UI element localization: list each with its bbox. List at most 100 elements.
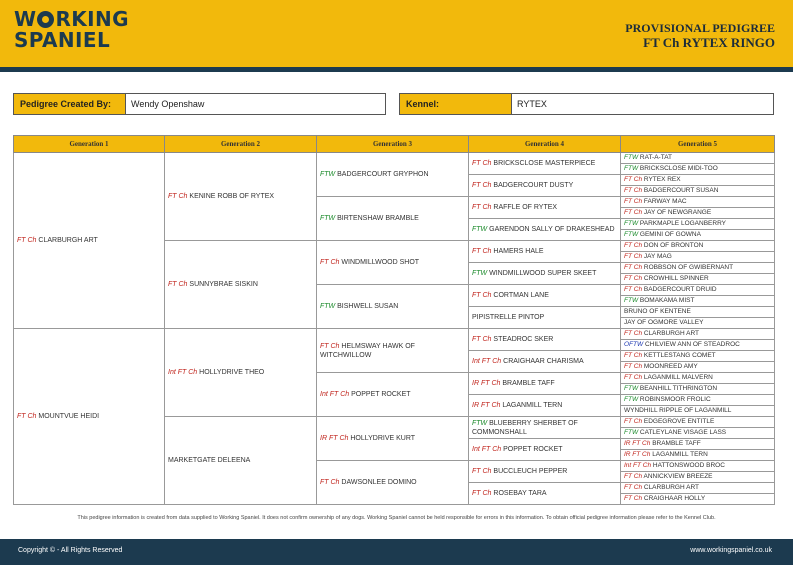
dog-name-text: JAY OF OGMORE VALLEY (624, 319, 704, 326)
title-prefix: FTW (624, 231, 639, 238)
dog-name-text: HOLLYDRIVE KURT (350, 435, 416, 442)
dog-name-text: BOMAKAMA MIST (639, 297, 695, 304)
title-prefix: FT Ch (472, 248, 492, 255)
title-prefix: FTW (320, 171, 336, 178)
table-row: FT Ch CLARBURGH ART FT Ch KENINE ROBB OF … (13, 152, 775, 329)
dog-name-text: BRAMBLE TAFF (652, 440, 701, 447)
generation-3-cell: FT Ch WINDMILLWOOD SHOT (316, 240, 469, 285)
title-prefix: FT Ch (17, 413, 37, 420)
page-header: W RKING SPANIEL PROVISIONAL PEDIGREE FT C… (0, 0, 793, 67)
title-prefix: FT Ch (320, 259, 340, 266)
dog-name-text: KENINE ROBB OF RYTEX (189, 193, 275, 200)
dog-name-text: MOUNTVUE HEIDI (38, 413, 100, 420)
generation-1-cell: FT Ch CLARBURGH ART (13, 152, 165, 329)
generation-2-cell: FT Ch KENINE ROBB OF RYTEX (164, 152, 317, 241)
dog-name: FT Ch RYTEX RINGO (643, 35, 775, 50)
generation-2-cell: MARKETGATE DELEENA (164, 416, 317, 505)
title-prefix: FT Ch (624, 484, 643, 491)
generation-5-cell: FTW ROBINSMOOR FROLIC (620, 394, 775, 406)
title-prefix: FT Ch (320, 479, 340, 486)
title-prefix: FT Ch (624, 495, 643, 502)
generation-5-cell: FTW BOMAKAMA MIST (620, 295, 775, 307)
title-prefix: FTW (472, 419, 488, 427)
title-prefix: FTW (472, 226, 488, 233)
dog-name-text: BIRTENSHAW BRAMBLE (337, 215, 419, 222)
generation-5-cell: FT Ch EDGEGROVE ENTITLE (620, 416, 775, 428)
dog-name-text: ROSEBAY TARA (493, 490, 547, 497)
generation-4-cell: IR FT Ch LAGANMILL TERN (468, 394, 621, 417)
generation-5-cell: FT Ch MOONREED AMY (620, 361, 775, 373)
page-footer: Copyright © - All Rights Reserved www.wo… (0, 539, 793, 565)
title-prefix: FT Ch (472, 182, 492, 189)
generation-3-cell: FT Ch DAWSONLEE DOMINO (316, 460, 469, 505)
generation-5-cell: FT Ch ANNICKVIEW BREEZE (620, 471, 775, 483)
title-prefix: FTW (624, 396, 639, 403)
dog-name-text: LAGANMILL TERN (652, 451, 708, 458)
column-header: Generation 3 (316, 135, 469, 153)
column-header: Generation 1 (13, 135, 165, 153)
dog-name-text: CLARBURGH ART (643, 484, 700, 491)
generation-2-cell: FT Ch SUNNYBRAE SISKIN (164, 240, 317, 329)
kennel-value: RYTEX (517, 99, 547, 109)
generation-5-cell: FT Ch RYTEX REX (620, 174, 775, 186)
generation-5-cell: FTW GEMINI OF GOWNA (620, 229, 775, 241)
column-header: Generation 2 (164, 135, 317, 153)
dog-name-text: RAT-A-TAT (639, 154, 673, 161)
generation-3-cell: FTW BISHWELL SUSAN (316, 284, 469, 329)
generation-5-cell: FT Ch CROWHILL SPINNER (620, 273, 775, 285)
dog-name-text: CRAIGHAAR HOLLY (643, 495, 706, 502)
dog-name-text: LAGANMILL MALVERN (643, 374, 713, 381)
dog-name-text: MOONREED AMY (643, 363, 698, 370)
generation-5-cell: FTW PARKMAPLE LOGANBERRY (620, 218, 775, 230)
dog-name-text: CORTMAN LANE (493, 292, 549, 299)
generation-4-cell: Int FT Ch CRAIGHAAR CHARISMA (468, 350, 621, 373)
dog-name-text: RAFFLE OF RYTEX (493, 204, 558, 211)
header-divider (0, 67, 793, 72)
title-prefix: IR FT Ch (472, 402, 501, 409)
kennel-label: Kennel: (400, 94, 512, 114)
generation-5-cell: FT Ch LAGANMILL MALVERN (620, 372, 775, 384)
doc-type: PROVISIONAL PEDIGREE (625, 21, 775, 35)
title-prefix: Int FT Ch (320, 391, 350, 398)
dog-name-text: CLARBURGH ART (38, 237, 98, 244)
column-header: Generation 5 (620, 135, 775, 153)
dog-name-text: BADGERCOURT GRYPHON (337, 171, 429, 178)
title-prefix: Int FT Ch (168, 369, 198, 376)
title-prefix: FT Ch (624, 363, 643, 370)
dog-name-text: BISHWELL SUSAN (337, 303, 399, 310)
title-prefix: IR FT Ch (624, 451, 651, 458)
generation-5-cell: FT Ch FARWAY MAC (620, 196, 775, 208)
pedigree-table: Generation 1 Generation 2 Generation 3 G… (13, 135, 775, 505)
pedigree-body: FT Ch CLARBURGH ART FT Ch KENINE ROBB OF … (13, 152, 775, 505)
generation-3-cell: Int FT Ch POPPET ROCKET (316, 372, 469, 417)
title-prefix: FTW (320, 215, 336, 222)
dog-name-text: BRAMBLE TAFF (502, 380, 555, 387)
title-prefix: FT Ch (624, 253, 643, 260)
title-block: PROVISIONAL PEDIGREE FT Ch RYTEX RINGO (625, 21, 775, 51)
generation-5-cell: FT Ch BADGERCOURT DRUID (620, 284, 775, 296)
dog-name-text: DON OF BRONTON (643, 242, 704, 249)
created-by-value: Wendy Openshaw (131, 99, 205, 109)
title-prefix: Int FT Ch (624, 462, 652, 469)
dog-name-text: WINDMILLWOOD SHOT (341, 259, 420, 266)
dog-name-text: EDGEGROVE ENTITLE (643, 418, 715, 425)
title-prefix: FT Ch (624, 418, 643, 425)
dog-name-text: WYNDHILL RIPPLE OF LAGANMILL (624, 407, 732, 414)
working-spaniel-logo[interactable]: W RKING SPANIEL (14, 9, 129, 51)
website-link[interactable]: www.workingspaniel.co.uk (690, 547, 772, 554)
dog-name-text: STEADROC SKER (493, 336, 554, 343)
dog-name-text: MARKETGATE DELEENA (168, 457, 251, 464)
title-prefix: FTW (624, 297, 639, 304)
dog-name-text: DAWSONLEE DOMINO (341, 479, 417, 486)
generation-4-cell: FT Ch ROSEBAY TARA (468, 482, 621, 505)
title-prefix: FTW (472, 270, 488, 277)
dog-name-text: BEANHILL TITHRINGTON (639, 385, 718, 392)
generation-4-cell: FT Ch CORTMAN LANE (468, 284, 621, 307)
dog-name-text: JAY OF NEWGRANGE (643, 209, 712, 216)
title-prefix: FTW (624, 429, 639, 436)
title-prefix: FT Ch (624, 374, 643, 381)
generation-5-cell: FT Ch JAY OF NEWGRANGE (620, 207, 775, 219)
dog-name-text: POPPET ROCKET (503, 446, 563, 453)
generation-4-cell: FT Ch BRICKSCLOSE MASTERPIECE (468, 152, 621, 175)
title-prefix: FT Ch (168, 193, 188, 200)
